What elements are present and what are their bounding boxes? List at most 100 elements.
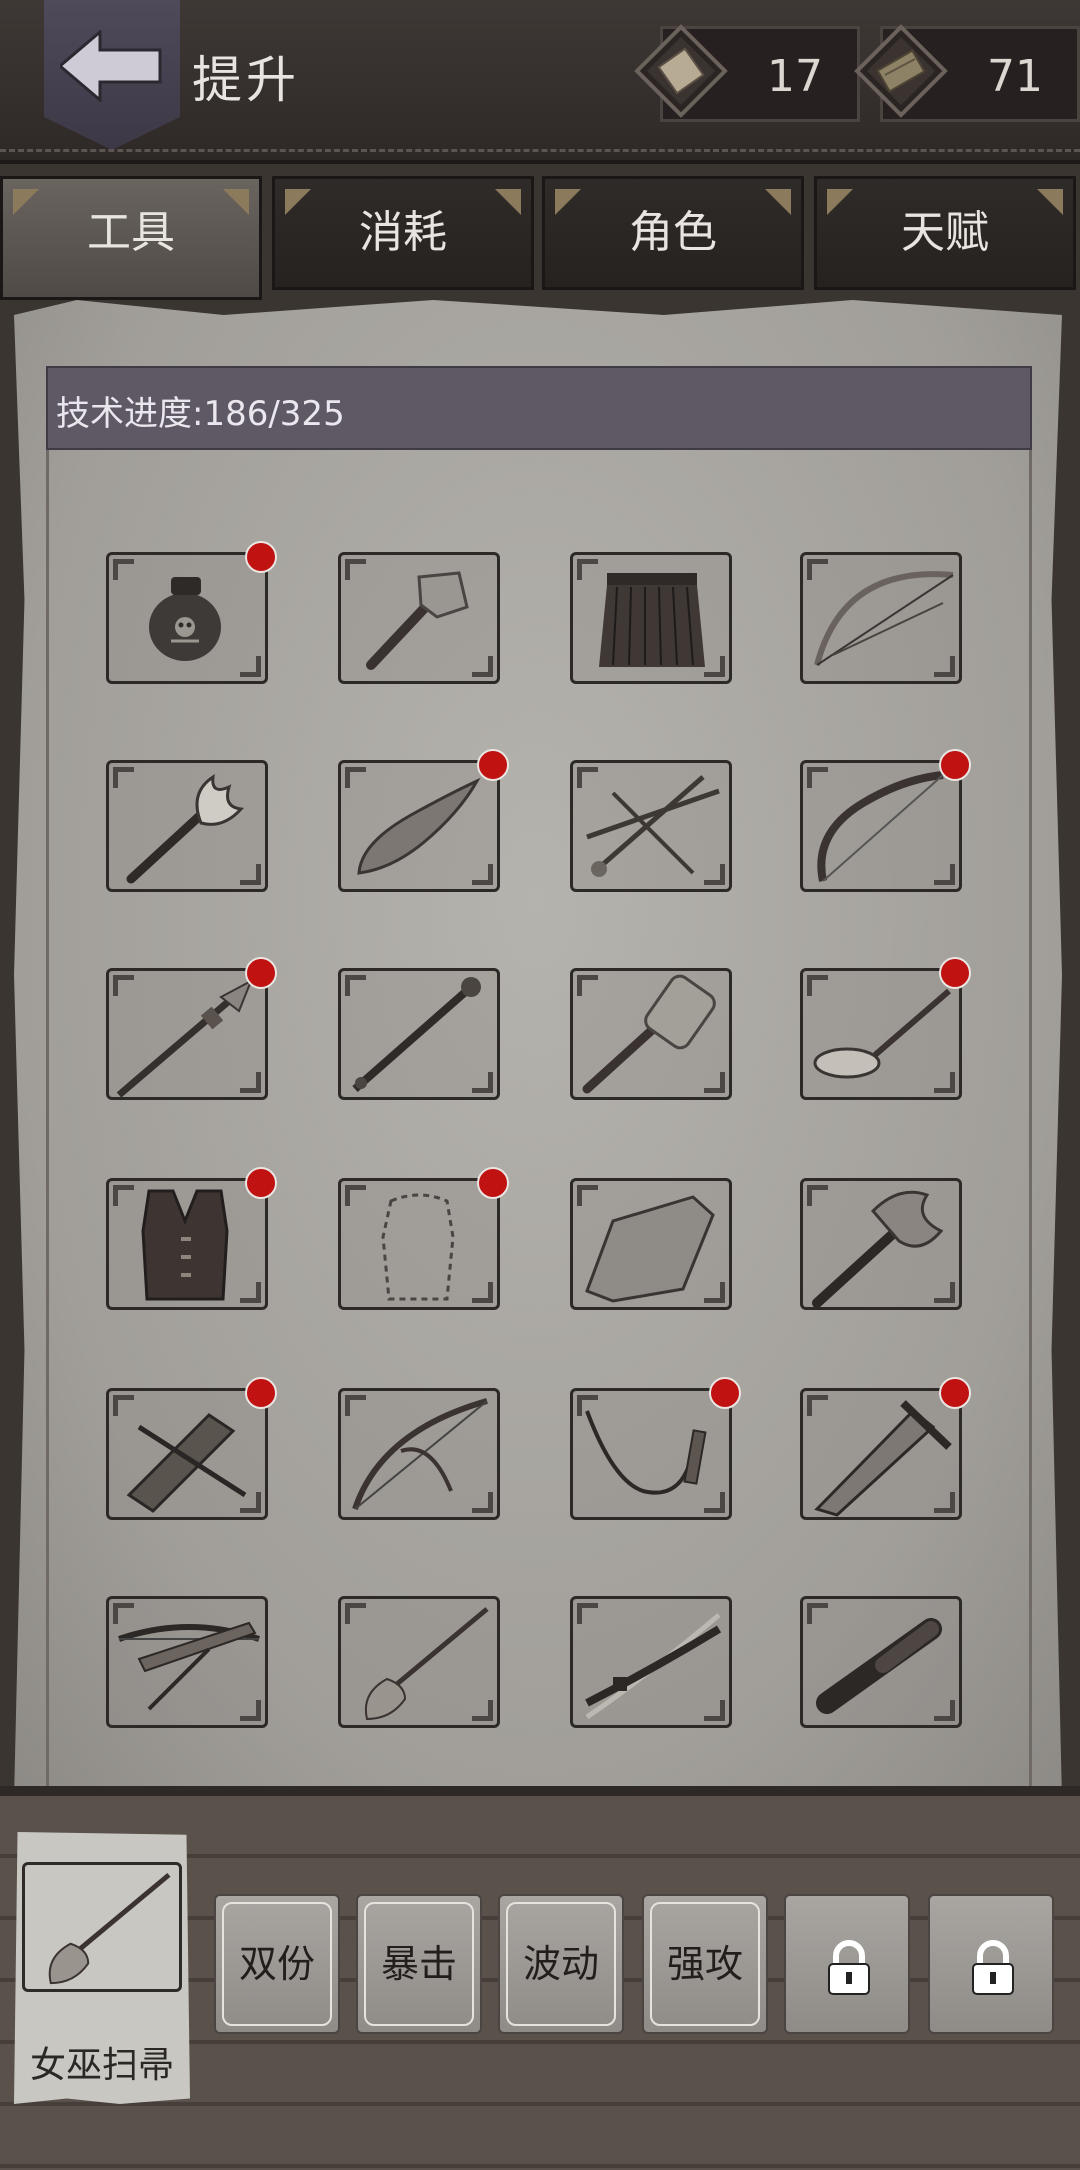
item-slot-crossbow-stock[interactable] (106, 1377, 277, 1520)
tab-characters-label: 角色 (629, 207, 717, 258)
item-slot-baton[interactable] (800, 1596, 962, 1728)
item-slot-stone-axe[interactable] (338, 552, 500, 684)
skill-slot-locked-2[interactable] (928, 1894, 1054, 2034)
item-slot-torch[interactable] (106, 760, 268, 892)
corner-ornament-icon (555, 189, 581, 215)
equipped-weapon-card[interactable]: 女巫扫帚 (14, 1832, 190, 2104)
category-tabs: 工具 消耗 角色 天赋 (0, 176, 1080, 300)
torch-icon (126, 773, 245, 884)
skill-slot-locked-1[interactable] (784, 1894, 910, 2034)
new-badge (245, 1377, 277, 1409)
katana-icon (585, 1613, 722, 1720)
leather-vest-icon (141, 1189, 229, 1301)
back-arrow-icon (60, 30, 162, 102)
tab-talents[interactable]: 天赋 (814, 176, 1076, 290)
item-slot-recurve-bow[interactable] (800, 749, 971, 892)
item-slot-stone-knife[interactable] (338, 749, 509, 892)
item-slot-leather-vest[interactable] (106, 1167, 277, 1310)
new-badge (477, 1167, 509, 1199)
back-button[interactable] (44, 0, 180, 150)
recurve-bow-icon (817, 771, 944, 882)
item-slot-bow[interactable] (800, 552, 962, 684)
currency-scrolls: 71 (854, 24, 1080, 122)
lock-icon (828, 1940, 870, 1995)
new-badge (245, 541, 277, 573)
equipped-weapon-frame (22, 1862, 182, 1992)
lock-icon (972, 1940, 1014, 1995)
item-slot-poison-pot[interactable] (106, 541, 277, 684)
stone-hammer-icon (582, 974, 716, 1094)
skill-button-3[interactable]: 波动 (498, 1894, 624, 2034)
shirt-outline-icon (381, 1193, 455, 1301)
crossbow-icon (118, 1621, 260, 1711)
corner-ornament-icon (13, 189, 39, 215)
corner-ornament-icon (223, 189, 249, 215)
item-slot-grass-skirt[interactable] (570, 552, 732, 684)
new-badge (939, 749, 971, 781)
whip-icon (585, 1410, 707, 1495)
corner-ornament-icon (765, 189, 791, 215)
item-slot-katana[interactable] (570, 1596, 732, 1728)
tab-characters[interactable]: 角色 (542, 176, 804, 290)
poison-pot-icon (149, 577, 221, 661)
grass-skirt-icon (599, 573, 705, 667)
broom-icon (48, 1872, 171, 1985)
new-badge (245, 957, 277, 989)
corner-ornament-icon (495, 189, 521, 215)
new-badge (477, 749, 509, 781)
new-badge (939, 957, 971, 989)
item-slot-whip[interactable] (570, 1377, 741, 1520)
new-badge (709, 1377, 741, 1409)
corner-ornament-icon (285, 189, 311, 215)
mace-icon (352, 977, 481, 1093)
item-slot-crossbow[interactable] (106, 1596, 268, 1728)
new-badge (245, 1167, 277, 1199)
skill-label: 暴击 (380, 1942, 457, 1986)
item-slot-broom[interactable] (338, 1596, 500, 1728)
new-badge (939, 1377, 971, 1409)
tech-progress-bar: 技术进度:186/325 (46, 366, 1032, 450)
item-slot-compound-bow[interactable] (338, 1388, 500, 1520)
bow-icon (814, 571, 954, 666)
stone-knife-icon (357, 777, 481, 875)
skill-label: 强攻 (666, 1942, 743, 1986)
item-slot-arrows[interactable] (570, 760, 732, 892)
frying-pan-icon (813, 988, 951, 1079)
item-slot-broad-sword[interactable] (800, 1377, 971, 1520)
spear-icon (116, 978, 253, 1097)
stone-axe-icon (366, 571, 469, 670)
corner-ornament-icon (1037, 189, 1063, 215)
item-slot-frying-pan[interactable] (800, 957, 971, 1100)
broad-sword-icon (814, 1400, 952, 1517)
tech-progress-label: 技术进度:186/325 (56, 394, 345, 434)
book-icon (634, 24, 728, 118)
tab-tools[interactable]: 工具 (0, 176, 262, 300)
tab-consumables[interactable]: 消耗 (272, 176, 534, 290)
currency-books: 17 (634, 24, 860, 122)
item-slot-stone-hammer[interactable] (570, 968, 732, 1100)
tab-tools-label: 工具 (87, 207, 175, 258)
compound-bow-icon (352, 1398, 488, 1510)
corner-ornament-icon (827, 189, 853, 215)
scroll-icon (854, 24, 948, 118)
arrows-icon (586, 775, 720, 877)
crossbow-stock-icon (126, 1413, 247, 1513)
skill-button-2[interactable]: 暴击 (356, 1894, 482, 2034)
broom-icon (365, 1607, 489, 1721)
item-slot-stone-block[interactable] (570, 1178, 732, 1310)
top-bar: 提升 17 71 (0, 0, 1080, 164)
currency-scrolls-value: 71 (987, 51, 1043, 102)
equipped-weapon-name: 女巫扫帚 (29, 2045, 174, 2086)
skill-label: 双份 (238, 1942, 315, 1986)
iron-axe-icon (812, 1190, 944, 1307)
item-slot-shirt-outline[interactable] (338, 1167, 509, 1310)
skill-button-4[interactable]: 强攻 (642, 1894, 768, 2034)
item-slot-spear[interactable] (106, 957, 277, 1100)
tab-talents-label: 天赋 (901, 207, 989, 258)
tab-consumables-label: 消耗 (359, 207, 447, 258)
item-slot-mace[interactable] (338, 968, 500, 1100)
skill-button-1[interactable]: 双份 (214, 1894, 340, 2034)
page-title: 提升 (192, 51, 300, 109)
item-slot-iron-axe[interactable] (800, 1178, 962, 1310)
baton-icon (816, 1618, 942, 1714)
